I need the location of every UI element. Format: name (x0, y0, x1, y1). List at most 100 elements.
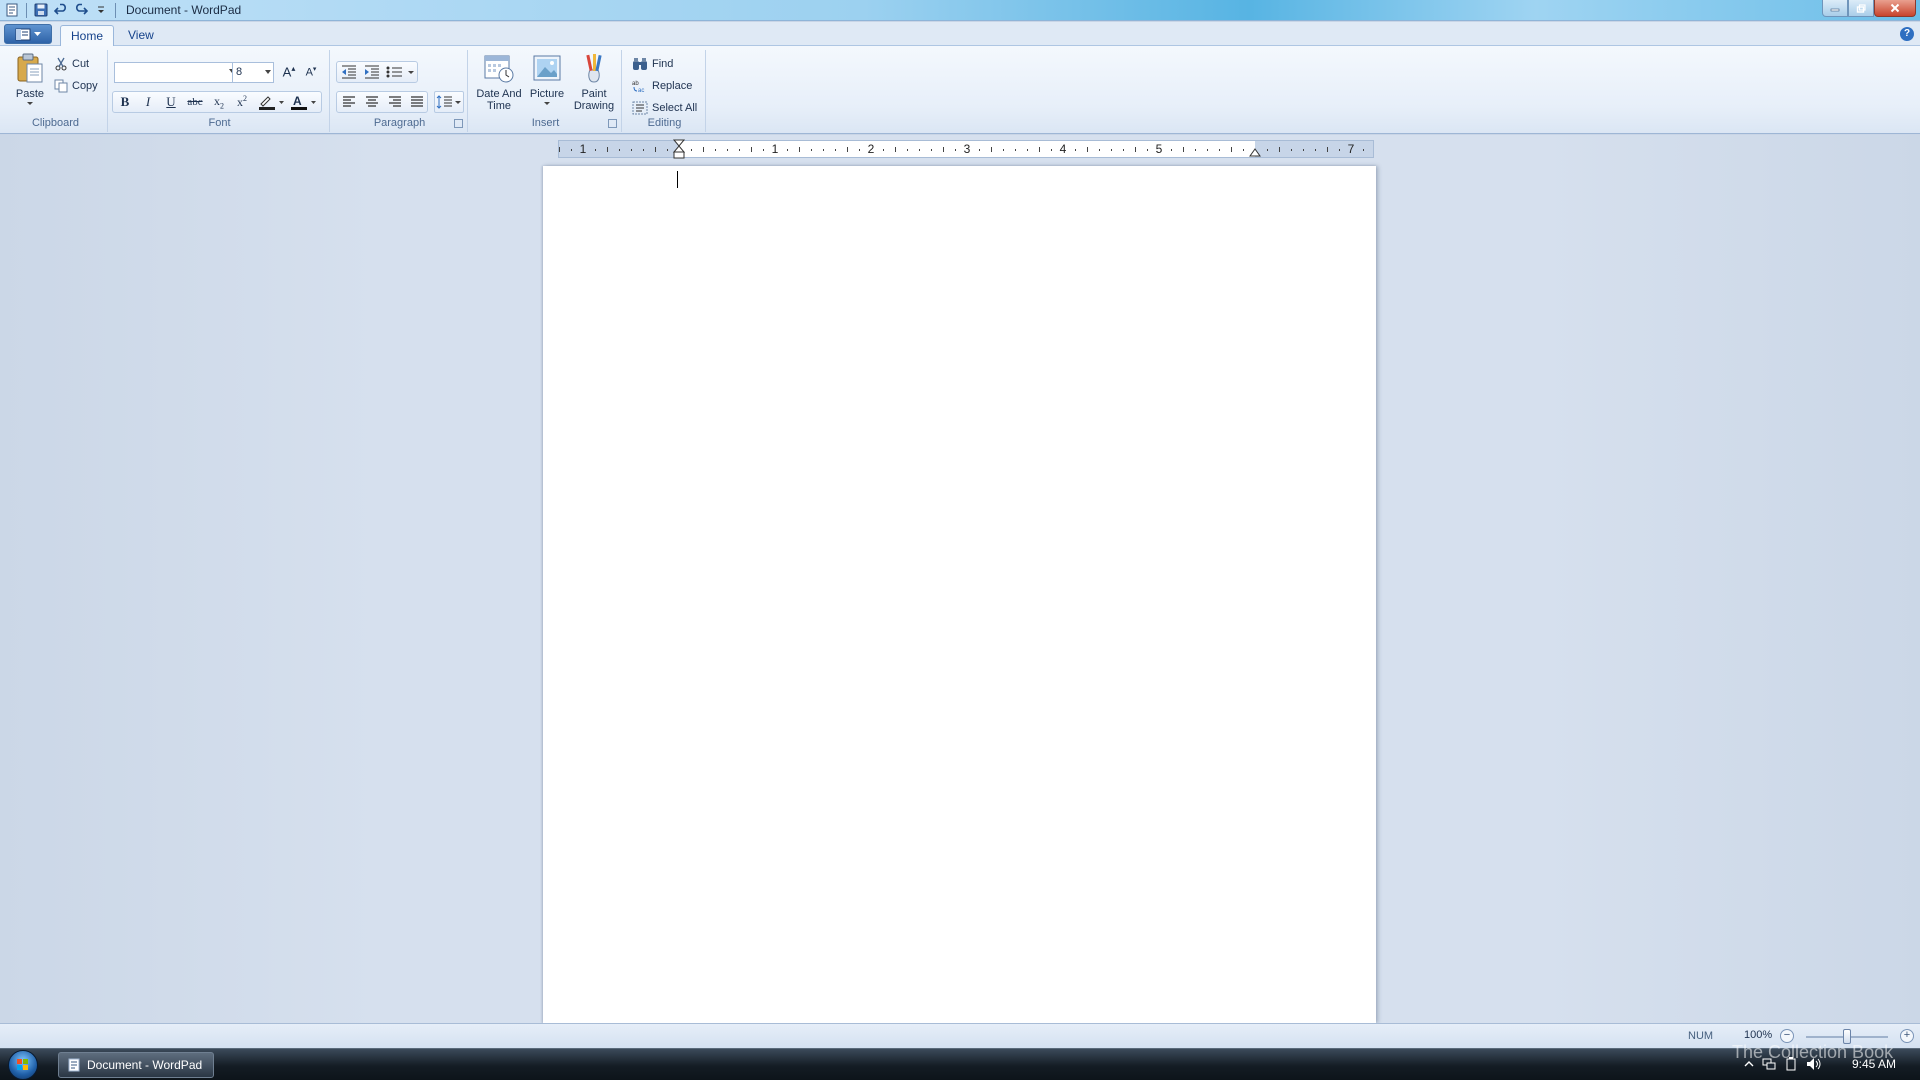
tab-home[interactable]: Home (60, 25, 115, 47)
align-center-button[interactable] (361, 91, 383, 113)
close-button[interactable] (1874, 0, 1916, 17)
text-caret (677, 171, 678, 188)
clipboard-group: Paste Cut Copy Clipboard (4, 50, 108, 132)
ruler[interactable]: 1 1 2 3 4 5 7 (558, 139, 1374, 161)
ruler-tick (811, 149, 812, 151)
taskbar-item-wordpad[interactable]: Document - WordPad (58, 1052, 214, 1078)
strikethrough-icon: abc (187, 96, 203, 108)
insert-group: Date And Time Picture Paint Drawing Inse (470, 50, 622, 132)
paragraph-group: Paragraph (332, 50, 468, 132)
zoom-out-button[interactable]: − (1780, 1029, 1794, 1043)
zoom-in-button[interactable]: + (1900, 1029, 1914, 1043)
insert-dialog-launcher[interactable] (608, 119, 617, 128)
svg-text:ab: ab (632, 81, 639, 87)
date-and-time-button[interactable]: Date And Time (474, 52, 524, 112)
status-bar: NUM 100% − + (0, 1023, 1920, 1048)
title-bar: Document - WordPad (0, 0, 1920, 21)
app-icon[interactable] (2, 1, 22, 20)
ruler-tick (907, 149, 908, 151)
ruler-tick (1027, 149, 1028, 151)
font-size-combobox[interactable]: 8 (232, 62, 274, 83)
minimize-button[interactable] (1822, 0, 1848, 17)
clipboard-group-label: Clipboard (31, 117, 80, 129)
align-left-button[interactable] (338, 91, 360, 113)
ruler-tick (739, 149, 740, 151)
copy-button[interactable]: Copy (54, 76, 98, 96)
decrease-indent-button[interactable] (338, 61, 360, 83)
ruler-tick (823, 149, 824, 151)
tab-view[interactable]: View (118, 25, 164, 47)
date-and-time-label-line2: Time (486, 100, 512, 112)
ruler-number: 3 (963, 142, 971, 156)
paragraph-dialog-launcher[interactable] (454, 119, 463, 128)
indent-marker-icon[interactable] (672, 139, 686, 161)
line-spacing-button[interactable] (434, 91, 464, 113)
window-title: Document - WordPad (126, 3, 242, 17)
save-icon[interactable] (31, 1, 51, 20)
justify-icon (411, 96, 423, 107)
align-right-button[interactable] (384, 91, 406, 113)
ruler-tick (1003, 149, 1004, 151)
picture-icon (533, 55, 561, 81)
cut-button[interactable]: Cut (54, 54, 89, 74)
grow-font-button[interactable]: A▴ (278, 61, 300, 83)
ribbon: Paste Cut Copy Clipboard 8 A▴ A▾ B I U a… (0, 46, 1920, 134)
shrink-font-icon: A▾ (305, 66, 317, 79)
ruler-tick (1267, 149, 1268, 151)
underline-icon: U (166, 94, 176, 109)
strikethrough-button[interactable]: abc (184, 91, 206, 113)
chevron-down-icon (544, 102, 550, 105)
ruler-tick (799, 147, 800, 152)
application-menu-button[interactable] (4, 24, 52, 44)
customize-qat-dropdown-icon[interactable] (91, 1, 111, 20)
shrink-font-button[interactable]: A▾ (300, 61, 322, 83)
scissors-icon (55, 57, 67, 71)
paint-drawing-label-line2: Drawing (573, 100, 615, 112)
ruler-tick (955, 149, 956, 151)
redo-icon[interactable] (71, 1, 91, 20)
highlighter-icon (259, 96, 284, 110)
document-page[interactable] (543, 166, 1376, 1023)
calendar-clock-icon (484, 55, 514, 83)
editing-group-label: Editing (647, 117, 682, 129)
ruler-tick (895, 147, 896, 152)
ruler-tick (691, 149, 692, 151)
ruler-tick (1303, 149, 1304, 151)
find-button[interactable]: Find (632, 54, 673, 74)
italic-button[interactable]: I (137, 91, 159, 113)
bullets-button[interactable] (384, 61, 418, 83)
ruler-number: 2 (867, 142, 875, 156)
ruler-tick (883, 149, 884, 151)
restore-button[interactable] (1848, 0, 1874, 17)
highlight-color-button[interactable] (256, 91, 286, 113)
ruler-tick (1291, 149, 1292, 151)
ruler-tick (931, 149, 932, 151)
replace-button[interactable]: ab ac Replace (632, 76, 692, 96)
undo-icon[interactable] (51, 1, 71, 20)
watermark: The Collection Book (1732, 1042, 1894, 1062)
paste-button[interactable]: Paste (10, 52, 50, 106)
ruler-tick (1147, 149, 1148, 151)
qat-separator (115, 2, 116, 18)
increase-indent-icon (365, 65, 379, 79)
paint-drawing-button[interactable]: Paint Drawing (570, 52, 618, 112)
right-indent-marker-icon[interactable] (1249, 145, 1261, 157)
font-family-combobox[interactable] (114, 62, 234, 83)
justify-button[interactable] (406, 91, 428, 113)
ruler-tick (1123, 149, 1124, 151)
bold-button[interactable]: B (114, 91, 136, 113)
taskbar: Document - WordPad 9:45 AM (0, 1048, 1920, 1080)
font-color-button[interactable]: A (288, 91, 318, 113)
subscript-button[interactable]: x2 (208, 91, 230, 113)
underline-button[interactable]: U (160, 91, 182, 113)
picture-button[interactable]: Picture (526, 52, 568, 106)
help-icon[interactable]: ? (1900, 27, 1914, 41)
start-button[interactable] (8, 1050, 38, 1080)
select-all-button[interactable]: Select All (632, 98, 697, 118)
copy-label: Copy (72, 80, 98, 92)
ruler-tick (1363, 149, 1364, 151)
ruler-tick (607, 147, 608, 152)
ruler-tick (1015, 149, 1016, 151)
increase-indent-button[interactable] (361, 61, 383, 83)
superscript-button[interactable]: x2 (231, 91, 253, 113)
